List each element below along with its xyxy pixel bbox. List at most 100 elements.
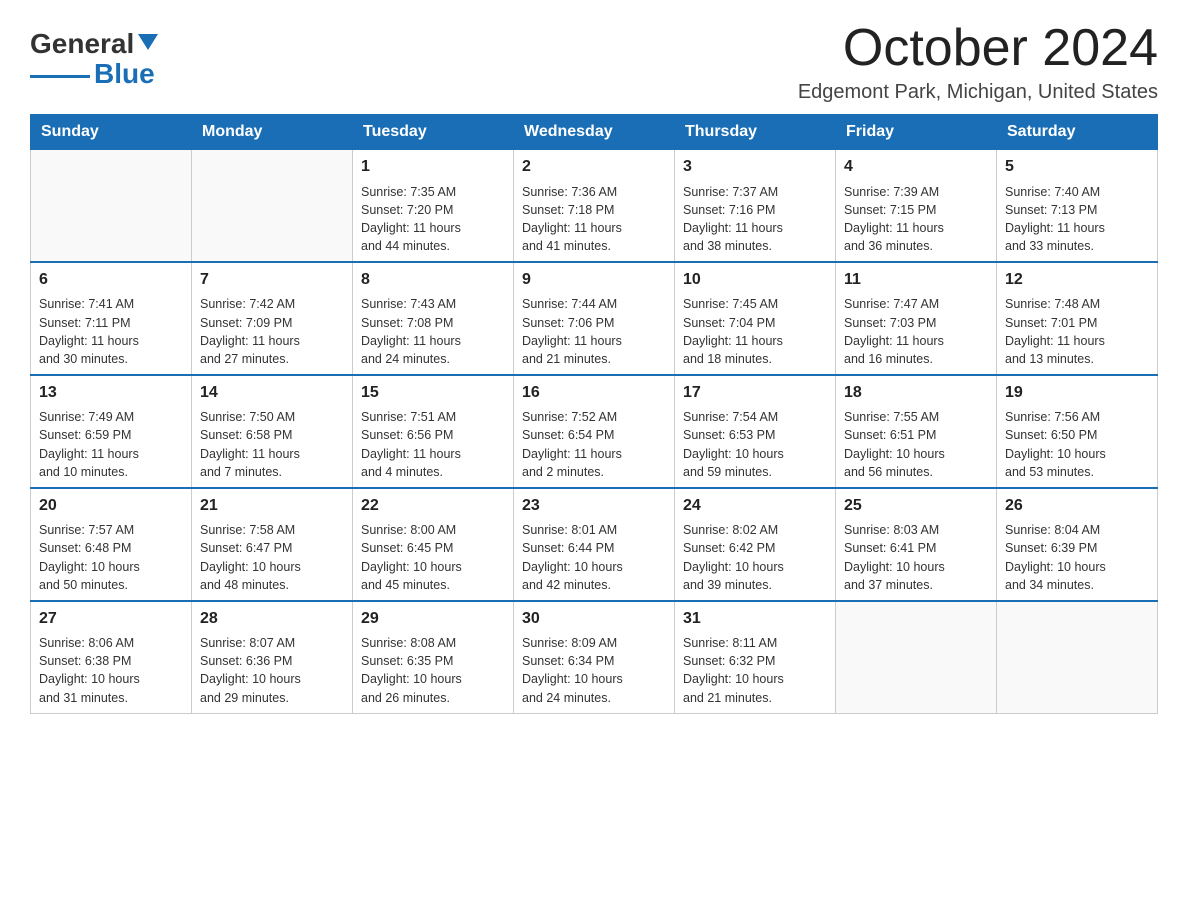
day-number: 19 — [1005, 382, 1149, 404]
day-info: Sunrise: 8:00 AM Sunset: 6:45 PM Dayligh… — [361, 521, 505, 594]
day-number: 11 — [844, 269, 988, 291]
day-info: Sunrise: 8:07 AM Sunset: 6:36 PM Dayligh… — [200, 634, 344, 707]
calendar-cell: 26Sunrise: 8:04 AM Sunset: 6:39 PM Dayli… — [997, 488, 1158, 601]
calendar-cell: 11 Sunrise: 7:47 AM Sunset: 7:03 PM Dayli… — [836, 262, 997, 375]
day-number: 23 — [522, 495, 666, 517]
calendar-cell: 30 Sunrise: 8:09 AM Sunset: 6:34 PM Dayli… — [514, 601, 675, 713]
calendar-cell: 4Sunrise: 7:39 AM Sunset: 7:15 PM Daylig… — [836, 150, 997, 262]
calendar-table: SundayMondayTuesdayWednesdayThursdayFrid… — [30, 114, 1158, 713]
day-number: 2 — [522, 156, 666, 178]
day-number: 27 — [39, 608, 183, 630]
day-info: Sunrise: 8:08 AM Sunset: 6:35 PM Dayligh… — [361, 634, 505, 707]
day-info: Sunrise: 7:40 AM Sunset: 7:13 PM Dayligh… — [1005, 183, 1149, 256]
calendar-cell: 9Sunrise: 7:44 AM Sunset: 7:06 PM Daylig… — [514, 262, 675, 375]
calendar-title: October 2024 — [798, 20, 1158, 77]
calendar-cell — [192, 150, 353, 262]
logo-general-text: General — [30, 30, 134, 58]
calendar-cell: 14Sunrise: 7:50 AM Sunset: 6:58 PM Dayli… — [192, 375, 353, 488]
day-info: Sunrise: 7:58 AM Sunset: 6:47 PM Dayligh… — [200, 521, 344, 594]
day-info: Sunrise: 7:35 AM Sunset: 7:20 PM Dayligh… — [361, 183, 505, 256]
day-number: 30 — [522, 608, 666, 630]
week-row-2: 6 Sunrise: 7:41 AM Sunset: 7:11 PM Daylig… — [31, 262, 1158, 375]
day-info: Sunrise: 7:37 AM Sunset: 7:16 PM Dayligh… — [683, 183, 827, 256]
calendar-cell: 7Sunrise: 7:42 AM Sunset: 7:09 PM Daylig… — [192, 262, 353, 375]
header-sunday: Sunday — [31, 115, 192, 150]
week-row-1: 1 Sunrise: 7:35 AM Sunset: 7:20 PM Daylig… — [31, 150, 1158, 262]
day-info: Sunrise: 7:54 AM Sunset: 6:53 PM Dayligh… — [683, 408, 827, 481]
header-friday: Friday — [836, 115, 997, 150]
day-number: 10 — [683, 269, 827, 291]
day-info: Sunrise: 7:43 AM Sunset: 7:08 PM Dayligh… — [361, 295, 505, 368]
day-number: 4 — [844, 156, 988, 178]
day-number: 24 — [683, 495, 827, 517]
day-number: 28 — [200, 608, 344, 630]
calendar-cell: 24 Sunrise: 8:02 AM Sunset: 6:42 PM Dayli… — [675, 488, 836, 601]
day-info: Sunrise: 7:48 AM Sunset: 7:01 PM Dayligh… — [1005, 295, 1149, 368]
day-info: Sunrise: 8:02 AM Sunset: 6:42 PM Dayligh… — [683, 521, 827, 594]
header-thursday: Thursday — [675, 115, 836, 150]
day-number: 26 — [1005, 495, 1149, 517]
calendar-cell: 6 Sunrise: 7:41 AM Sunset: 7:11 PM Daylig… — [31, 262, 192, 375]
day-info: Sunrise: 7:42 AM Sunset: 7:09 PM Dayligh… — [200, 295, 344, 368]
logo-blue-text: Blue — [94, 60, 155, 88]
calendar-cell: 12 Sunrise: 7:48 AM Sunset: 7:01 PM Dayli… — [997, 262, 1158, 375]
day-number: 25 — [844, 495, 988, 517]
day-number: 13 — [39, 382, 183, 404]
week-row-3: 13Sunrise: 7:49 AM Sunset: 6:59 PM Dayli… — [31, 375, 1158, 488]
calendar-cell: 13Sunrise: 7:49 AM Sunset: 6:59 PM Dayli… — [31, 375, 192, 488]
day-number: 31 — [683, 608, 827, 630]
calendar-cell: 22 Sunrise: 8:00 AM Sunset: 6:45 PM Dayli… — [353, 488, 514, 601]
day-number: 3 — [683, 156, 827, 178]
day-number: 1 — [361, 156, 505, 178]
calendar-cell: 15 Sunrise: 7:51 AM Sunset: 6:56 PM Dayli… — [353, 375, 514, 488]
week-row-4: 20 Sunrise: 7:57 AM Sunset: 6:48 PM Dayli… — [31, 488, 1158, 601]
calendar-cell: 18 Sunrise: 7:55 AM Sunset: 6:51 PM Dayli… — [836, 375, 997, 488]
page-header: General Blue October 2024 Edgemont Park,… — [30, 20, 1158, 104]
day-info: Sunrise: 7:57 AM Sunset: 6:48 PM Dayligh… — [39, 521, 183, 594]
calendar-cell: 3 Sunrise: 7:37 AM Sunset: 7:16 PM Daylig… — [675, 150, 836, 262]
calendar-cell: 2 Sunrise: 7:36 AM Sunset: 7:18 PM Daylig… — [514, 150, 675, 262]
calendar-cell: 1 Sunrise: 7:35 AM Sunset: 7:20 PM Daylig… — [353, 150, 514, 262]
calendar-cell: 31 Sunrise: 8:11 AM Sunset: 6:32 PM Dayli… — [675, 601, 836, 713]
day-info: Sunrise: 8:01 AM Sunset: 6:44 PM Dayligh… — [522, 521, 666, 594]
week-row-5: 27 Sunrise: 8:06 AM Sunset: 6:38 PM Dayli… — [31, 601, 1158, 713]
calendar-cell — [836, 601, 997, 713]
calendar-cell: 19 Sunrise: 7:56 AM Sunset: 6:50 PM Dayli… — [997, 375, 1158, 488]
calendar-cell: 23 Sunrise: 8:01 AM Sunset: 6:44 PM Dayli… — [514, 488, 675, 601]
day-info: Sunrise: 7:47 AM Sunset: 7:03 PM Dayligh… — [844, 295, 988, 368]
day-number: 6 — [39, 269, 183, 291]
day-number: 14 — [200, 382, 344, 404]
day-info: Sunrise: 8:06 AM Sunset: 6:38 PM Dayligh… — [39, 634, 183, 707]
day-info: Sunrise: 7:55 AM Sunset: 6:51 PM Dayligh… — [844, 408, 988, 481]
header-monday: Monday — [192, 115, 353, 150]
calendar-cell: 5 Sunrise: 7:40 AM Sunset: 7:13 PM Daylig… — [997, 150, 1158, 262]
day-info: Sunrise: 7:41 AM Sunset: 7:11 PM Dayligh… — [39, 295, 183, 368]
day-info: Sunrise: 7:44 AM Sunset: 7:06 PM Dayligh… — [522, 295, 666, 368]
calendar-cell — [31, 150, 192, 262]
logo: General Blue — [30, 20, 158, 88]
day-info: Sunrise: 8:11 AM Sunset: 6:32 PM Dayligh… — [683, 634, 827, 707]
calendar-cell: 17Sunrise: 7:54 AM Sunset: 6:53 PM Dayli… — [675, 375, 836, 488]
day-number: 16 — [522, 382, 666, 404]
day-number: 20 — [39, 495, 183, 517]
calendar-cell: 21Sunrise: 7:58 AM Sunset: 6:47 PM Dayli… — [192, 488, 353, 601]
day-info: Sunrise: 7:36 AM Sunset: 7:18 PM Dayligh… — [522, 183, 666, 256]
day-info: Sunrise: 8:09 AM Sunset: 6:34 PM Dayligh… — [522, 634, 666, 707]
title-area: October 2024 Edgemont Park, Michigan, Un… — [798, 20, 1158, 104]
calendar-location: Edgemont Park, Michigan, United States — [798, 81, 1158, 104]
calendar-header-row: SundayMondayTuesdayWednesdayThursdayFrid… — [31, 115, 1158, 150]
header-wednesday: Wednesday — [514, 115, 675, 150]
day-number: 8 — [361, 269, 505, 291]
calendar-cell — [997, 601, 1158, 713]
day-info: Sunrise: 7:56 AM Sunset: 6:50 PM Dayligh… — [1005, 408, 1149, 481]
day-number: 12 — [1005, 269, 1149, 291]
day-info: Sunrise: 7:51 AM Sunset: 6:56 PM Dayligh… — [361, 408, 505, 481]
day-number: 22 — [361, 495, 505, 517]
calendar-cell: 29Sunrise: 8:08 AM Sunset: 6:35 PM Dayli… — [353, 601, 514, 713]
calendar-cell: 10Sunrise: 7:45 AM Sunset: 7:04 PM Dayli… — [675, 262, 836, 375]
day-number: 5 — [1005, 156, 1149, 178]
day-number: 18 — [844, 382, 988, 404]
calendar-cell: 25Sunrise: 8:03 AM Sunset: 6:41 PM Dayli… — [836, 488, 997, 601]
calendar-cell: 28 Sunrise: 8:07 AM Sunset: 6:36 PM Dayli… — [192, 601, 353, 713]
day-number: 15 — [361, 382, 505, 404]
